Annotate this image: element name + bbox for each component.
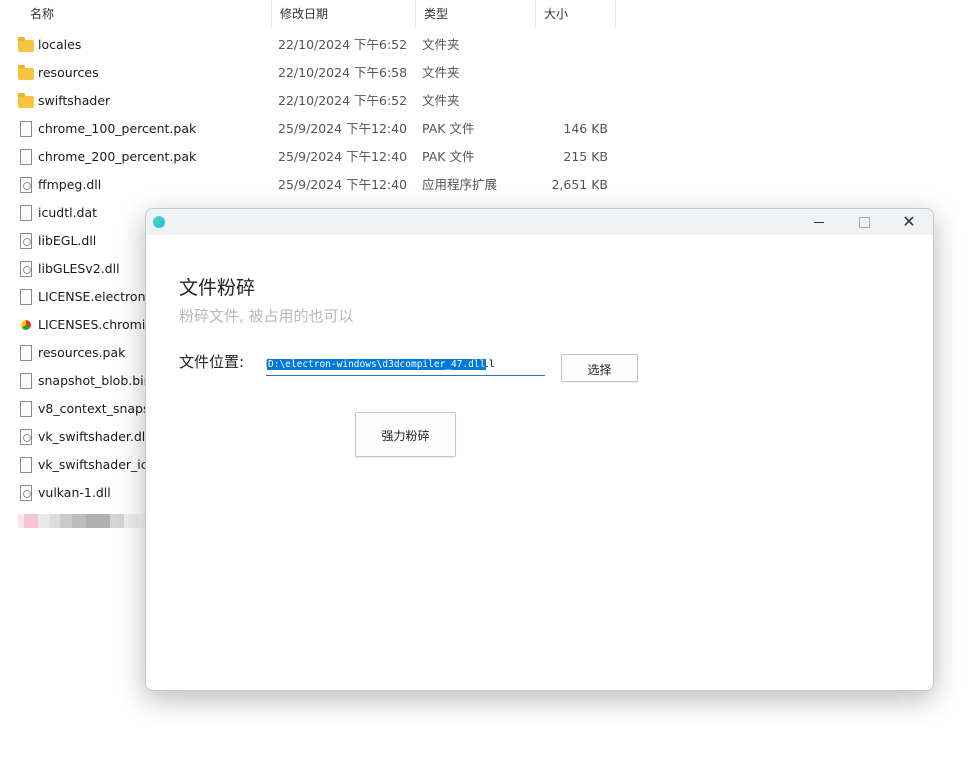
minimize-icon: [814, 221, 824, 223]
file-icon: [20, 149, 32, 165]
dll-icon: [20, 429, 32, 445]
chrome-html-icon: [21, 320, 31, 330]
file-name: libEGL.dll: [38, 233, 97, 248]
file-name: icudtl.dat: [38, 205, 98, 220]
close-button[interactable]: ✕: [886, 209, 932, 235]
file-name: vulkan-1.dll: [38, 485, 111, 500]
file-row[interactable]: chrome_200_percent.pak 25/9/2024 下午12:40 P…: [0, 143, 620, 171]
folder-icon: [18, 93, 34, 108]
blurred-redaction: [18, 514, 156, 528]
file-icon: [20, 457, 32, 473]
file-name: resources: [38, 65, 99, 80]
file-type: 文件夹: [422, 93, 460, 108]
file-row[interactable]: resources 22/10/2024 下午6:58 文件夹: [0, 59, 620, 87]
file-row[interactable]: locales 22/10/2024 下午6:52 文件夹: [0, 31, 620, 59]
file-name: resources.pak: [38, 345, 126, 360]
file-icon: [20, 289, 32, 305]
file-path-label: 文件位置:: [179, 353, 245, 371]
file-name: LICENSES.chromiu: [38, 317, 154, 332]
file-modified-date: 22/10/2024 下午6:52: [278, 37, 408, 52]
sort-ascending-icon: ^: [142, 0, 152, 7]
page-title: 文件粉碎: [179, 277, 256, 299]
column-type-label: 类型: [424, 7, 449, 21]
page-subtitle: 粉碎文件, 被占用的也可以: [179, 307, 354, 325]
file-name: snapshot_blob.bin: [38, 373, 152, 388]
column-header-size[interactable]: 大小: [536, 0, 616, 28]
file-name: chrome_100_percent.pak: [38, 121, 197, 136]
maximize-button[interactable]: [841, 209, 887, 235]
file-name: ffmpeg.dll: [38, 177, 102, 192]
folder-icon: [18, 37, 34, 52]
file-size: 2,651 KB: [551, 177, 608, 192]
file-modified-date: 22/10/2024 下午6:58: [278, 65, 408, 80]
window-titlebar[interactable]: ✕: [146, 209, 933, 235]
file-row[interactable]: chrome_100_percent.pak 25/9/2024 下午12:40 P…: [0, 115, 620, 143]
file-shredder-window: ✕ 文件粉碎 粉碎文件, 被占用的也可以 文件位置: D:\electron-w…: [145, 208, 934, 691]
file-type: PAK 文件: [422, 149, 475, 164]
file-size: 146 KB: [563, 121, 608, 136]
file-name: locales: [38, 37, 82, 52]
file-modified-date: 25/9/2024 下午12:40: [278, 149, 408, 164]
column-header-row: 名称 ^ 修改日期 类型 大小: [0, 0, 620, 28]
column-header-modified[interactable]: 修改日期: [272, 0, 416, 28]
file-icon: [20, 345, 32, 361]
file-icon: [20, 401, 32, 417]
file-name: libGLESv2.dll: [38, 261, 120, 276]
file-modified-date: 25/9/2024 下午12:40: [278, 121, 408, 136]
file-size: 215 KB: [563, 149, 608, 164]
file-type: 文件夹: [422, 37, 460, 52]
folder-icon: [18, 65, 34, 80]
file-name: LICENSE.electron: [38, 289, 146, 304]
file-icon: [20, 205, 32, 221]
maximize-icon: [858, 216, 870, 228]
close-icon: ✕: [902, 212, 916, 231]
file-type: PAK 文件: [422, 121, 475, 136]
file-name: vk_swiftshader_icd: [38, 457, 156, 472]
column-size-label: 大小: [544, 7, 569, 21]
file-modified-date: 22/10/2024 下午6:52: [278, 93, 408, 108]
dll-icon: [20, 233, 32, 249]
shred-button[interactable]: 强力粉碎: [355, 412, 456, 457]
column-name-label: 名称: [30, 7, 55, 21]
dll-icon: [20, 261, 32, 277]
minimize-button[interactable]: [796, 209, 842, 235]
file-icon: [20, 373, 32, 389]
column-modified-label: 修改日期: [280, 7, 329, 21]
file-icon: [20, 121, 32, 137]
file-name: swiftshader: [38, 93, 111, 108]
dll-icon: [20, 177, 32, 193]
dll-icon: [20, 485, 32, 501]
file-type: 文件夹: [422, 65, 460, 80]
app-logo-icon: [153, 216, 165, 228]
file-name: v8_context_snapsh: [38, 401, 158, 416]
file-name: chrome_200_percent.pak: [38, 149, 197, 164]
column-header-type[interactable]: 类型: [416, 0, 536, 28]
file-row[interactable]: ffmpeg.dll 25/9/2024 下午12:40 应用程序扩展 2,651 K…: [0, 171, 620, 199]
file-name: vk_swiftshader.dll: [38, 429, 149, 444]
file-modified-date: 25/9/2024 下午12:40: [278, 177, 408, 192]
file-type: 应用程序扩展: [422, 177, 498, 192]
file-path-input[interactable]: [266, 354, 545, 376]
file-row[interactable]: swiftshader 22/10/2024 下午6:52 文件夹: [0, 87, 620, 115]
choose-file-button[interactable]: 选择: [561, 354, 638, 382]
